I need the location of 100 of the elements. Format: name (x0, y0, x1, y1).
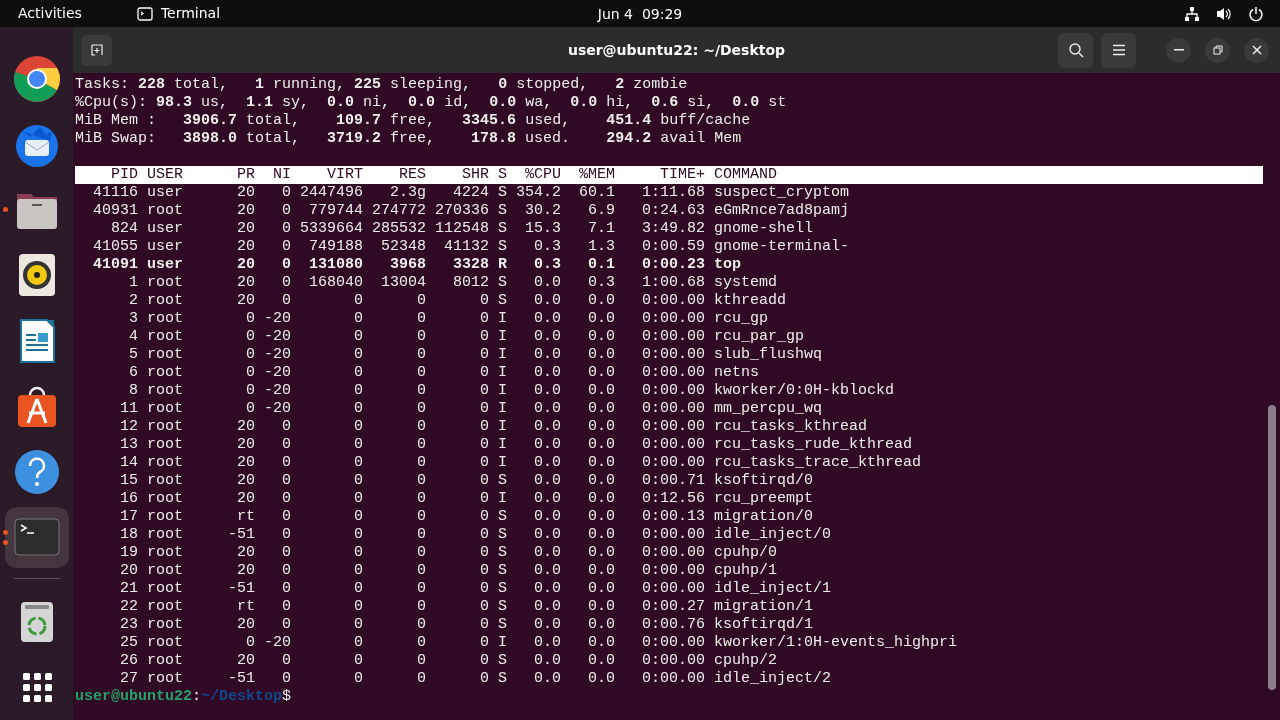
close-button[interactable] (1244, 37, 1269, 63)
table-cell-text: 0.0 (587, 580, 615, 598)
app-menu-label[interactable]: Terminal (160, 3, 221, 24)
table-cell: -20 (264, 382, 291, 400)
table-cell-text: 20 (236, 202, 255, 220)
scrollbar-thumb[interactable] (1268, 405, 1276, 690)
table-cell: S (498, 238, 507, 256)
table-cell-text: 779744 (308, 202, 363, 220)
table-cell: kworker/0:0H-kblockd (714, 382, 895, 400)
table-cell-text: 0.0 (587, 544, 615, 562)
table-cell-text: 0 (416, 616, 426, 634)
table-cell-text: 15.3 (524, 220, 561, 238)
table-cell-text: 2.3g (389, 184, 426, 202)
clock[interactable]: Jun 4 09:29 (597, 4, 683, 25)
table-cell-text: rt (236, 508, 255, 526)
table-cell-text: 0 (416, 598, 426, 616)
table-cell-text: 0 (479, 310, 489, 328)
summary-line: Tasks: 228 total, 1 running, 225 sleeping, 0 stopped, 2 zombie (75, 76, 689, 94)
table-cell-text: 20 (236, 292, 255, 310)
table-cell-text: 26 (119, 652, 138, 670)
table-cell: migration/0 (714, 508, 814, 526)
table-cell: -20 (264, 328, 291, 346)
table-cell-text: 25 (119, 634, 138, 652)
table-cell: I (498, 346, 507, 364)
table-cell-text: 1:11.68 (641, 184, 705, 202)
table-cell-text: root (147, 418, 184, 436)
table-cell-text: 0.0 (533, 328, 561, 346)
menu-button[interactable] (1101, 32, 1136, 68)
table-cell: cpuhp/2 (714, 652, 777, 670)
table-cell-text: 0 (353, 454, 363, 472)
table-cell-text: 23 (119, 616, 138, 634)
table-cell-text: 0 (281, 544, 291, 562)
table-cell-text: 0.0 (587, 634, 615, 652)
table-cell-text: 20 (236, 418, 255, 436)
table-cell-text: 0 (416, 292, 426, 310)
table-cell-text: 0.0 (533, 490, 561, 508)
table-cell-text: 7.1 (587, 220, 615, 238)
table-cell-text: root (147, 274, 184, 292)
column-header: RES (398, 166, 426, 184)
table-cell-text: root (147, 436, 184, 454)
window-title: user@ubuntu22: ~/Desktop (567, 40, 786, 60)
activities-button[interactable]: Activities (18, 3, 82, 24)
table-cell-text: 0 (353, 616, 363, 634)
table-cell-text: 0 (479, 598, 489, 616)
table-cell-text: 0:00.00 (641, 382, 705, 400)
table-cell-text: 0 (416, 508, 426, 526)
table-cell: kthreadd (714, 292, 786, 310)
table-cell-text: 11 (119, 400, 138, 418)
table-cell-text: root (147, 310, 184, 328)
table-cell-text: 0.0 (533, 274, 561, 292)
table-cell-text: 8012 (452, 274, 489, 292)
table-cell-text: user (147, 238, 184, 256)
table-cell-text: 0 (416, 544, 426, 562)
table-cell-text: 0 (416, 634, 426, 652)
table-cell-text: 0.0 (587, 328, 615, 346)
table-cell-text: 0 (416, 526, 426, 544)
table-cell-text: 0 (479, 580, 489, 598)
table-cell-text: 0.0 (533, 526, 561, 544)
table-cell: I (498, 310, 507, 328)
table-cell: gnome-shell (714, 220, 814, 238)
table-cell: mm_percpu_wq (714, 400, 823, 418)
table-cell-text: 30.2 (524, 202, 561, 220)
table-cell-text: 0 (416, 400, 426, 418)
table-cell-text: root (147, 508, 184, 526)
new-tab-button[interactable] (81, 34, 112, 66)
table-cell-text: 0 (416, 364, 426, 382)
minimize-button[interactable] (1166, 37, 1191, 63)
table-cell-text: 131080 (308, 256, 363, 274)
table-cell: ksoftirqd/1 (714, 616, 814, 634)
table-cell: 2447496 (300, 184, 363, 202)
table-cell: S (498, 184, 507, 202)
search-button[interactable] (1058, 32, 1093, 68)
table-cell: 5339664 (300, 220, 363, 238)
column-header: TIME+ (659, 166, 705, 184)
table-cell-text: 0 (479, 652, 489, 670)
table-cell-text: 0 (416, 328, 426, 346)
table-cell-text: 0:00.00 (641, 544, 705, 562)
table-cell-text: 0 (281, 274, 291, 292)
table-cell-text: 0 (353, 544, 363, 562)
maximize-button[interactable] (1205, 37, 1230, 63)
table-cell-text: 52348 (380, 238, 426, 256)
table-cell-text: 0.0 (587, 418, 615, 436)
table-cell: systemd (714, 274, 777, 292)
table-cell: eGmRnce7ad8pamj (714, 202, 850, 220)
table-cell-text: 0 (245, 400, 255, 418)
table-cell: I (498, 418, 507, 436)
table-cell-text: 0:00.00 (641, 364, 705, 382)
table-cell-text: 15 (119, 472, 138, 490)
table-cell-text: 2 (128, 292, 138, 310)
table-cell-text: root (147, 526, 184, 544)
table-cell-text: 1:00.68 (641, 274, 705, 292)
table-cell-text: 12 (119, 418, 138, 436)
table-cell-text: 16 (119, 490, 138, 508)
table-cell-text: 41132 (443, 238, 489, 256)
table-cell-text: root (147, 634, 184, 652)
table-cell-text: 0 (416, 580, 426, 598)
table-cell-text: 749188 (308, 238, 363, 256)
table-cell-text: 0 (479, 562, 489, 580)
table-cell-text: 0:00.23 (641, 256, 705, 274)
table-cell-text: 0 (353, 562, 363, 580)
